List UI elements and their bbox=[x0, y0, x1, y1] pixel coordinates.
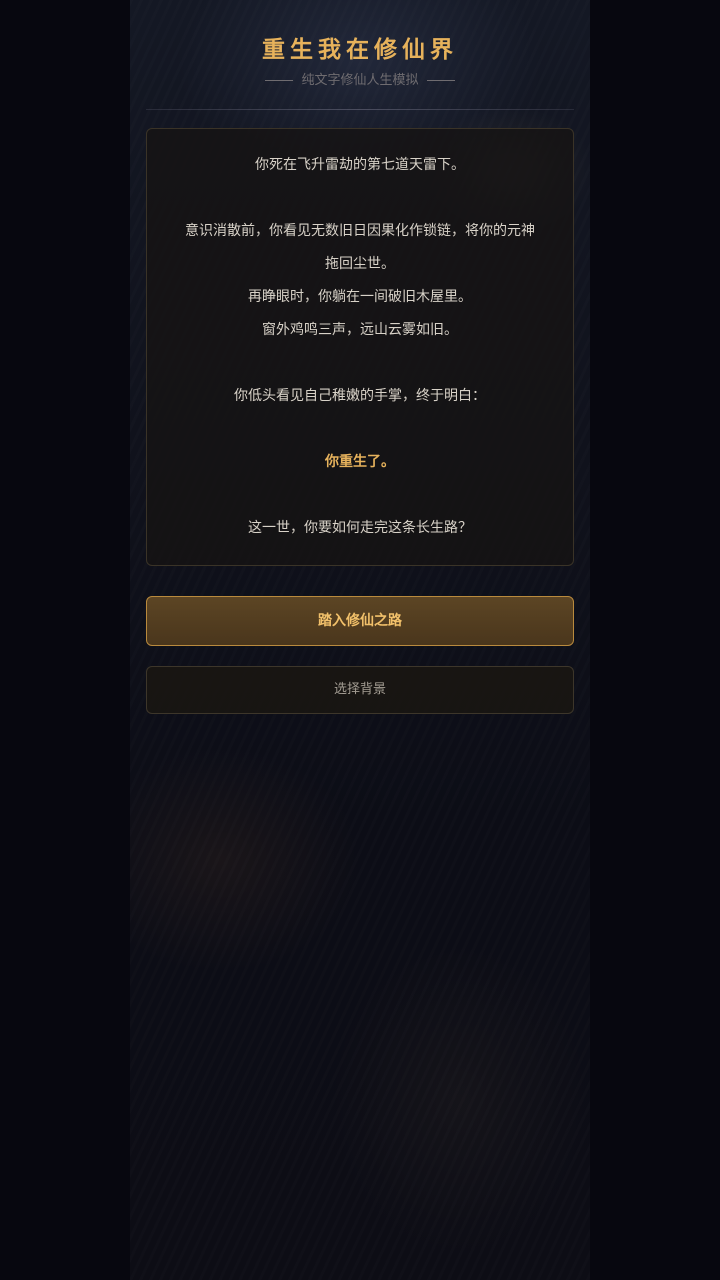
story-line: 窗外鸡鸣三声，远山云雾如旧。 bbox=[262, 322, 458, 338]
story-line: 意识消散前，你看见无数旧日因果化作锁链，将你的元神 bbox=[185, 223, 535, 239]
header-divider bbox=[146, 109, 574, 110]
choose-background-button[interactable]: 选择背景 bbox=[146, 666, 574, 714]
story-line: 再睁眼时，你躺在一间破旧木屋里。 bbox=[248, 289, 472, 305]
subtitle-right-dash bbox=[426, 80, 455, 81]
story-highlight-line: 你重生了。 bbox=[325, 454, 395, 470]
game-screen: 重生我在修仙界 纯文字修仙人生模拟 你死在飞升雷劫的第七道天雷下。 意识消散前，… bbox=[0, 0, 720, 1280]
game-title: 重生我在修仙界 bbox=[262, 36, 458, 63]
start-cultivation-button[interactable]: 踏入修仙之路 bbox=[146, 596, 574, 646]
story-line: 拖回尘世。 bbox=[325, 256, 395, 272]
story-line: 你低头看见自己稚嫩的手掌，终于明白： bbox=[234, 388, 486, 404]
story-card: 你死在飞升雷劫的第七道天雷下。 意识消散前，你看见无数旧日因果化作锁链，将你的元… bbox=[146, 128, 574, 566]
game-subtitle: 纯文字修仙人生模拟 bbox=[301, 73, 419, 88]
story-line: 这一世，你要如何走完这条长生路？ bbox=[248, 520, 472, 536]
game-subtitle-row: 纯文字修仙人生模拟 bbox=[146, 70, 574, 92]
subtitle-left-dash bbox=[265, 80, 294, 81]
main-column: 重生我在修仙界 纯文字修仙人生模拟 你死在飞升雷劫的第七道天雷下。 意识消散前，… bbox=[146, 0, 574, 714]
story-line: 你死在飞升雷劫的第七道天雷下。 bbox=[255, 157, 465, 173]
